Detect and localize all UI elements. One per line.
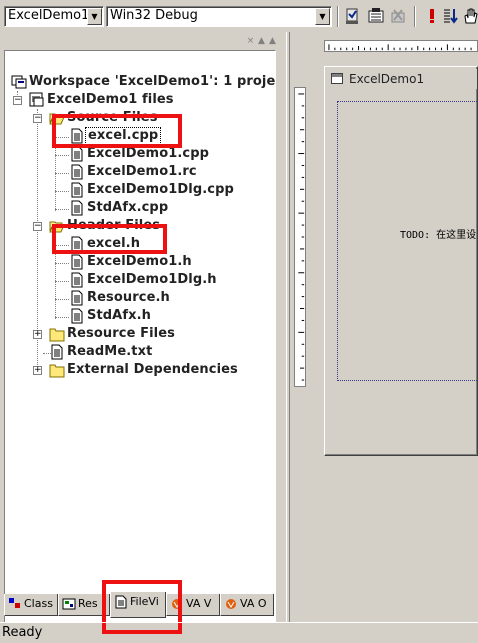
- select-active-config-icon[interactable]: [344, 7, 360, 25]
- hand-icon[interactable]: [462, 7, 478, 25]
- project-combo[interactable]: ExcelDemo1 ▼: [4, 6, 104, 27]
- expand-icon[interactable]: +: [33, 330, 42, 339]
- file-exceldemo1-rc[interactable]: ExcelDemo1.rc: [69, 163, 219, 181]
- file-label: StdAfx.cpp: [87, 200, 169, 215]
- workspace-title: Workspace 'ExcelDemo1': 1 project(s: [29, 74, 276, 89]
- pin-icon[interactable]: ▲: [267, 36, 278, 46]
- file-exceldemo1dlg-h[interactable]: ExcelDemo1Dlg.h: [69, 271, 229, 289]
- file-stdafx-cpp[interactable]: StdAfx.cpp: [69, 199, 219, 217]
- header-file-icon: [71, 254, 83, 270]
- highlight-box-excel-cpp: [52, 114, 182, 148]
- cpp-file-icon: [71, 182, 83, 198]
- file-label: ExcelDemo1Dlg.h: [87, 272, 217, 287]
- dialog-client-area[interactable]: TODO: 在这里设: [337, 101, 478, 381]
- workspace-tabs: Class Res FileVi VA V VA O: [0, 580, 288, 634]
- highlight-box-excel-h: [52, 224, 167, 254]
- file-label: ExcelDemo1.cpp: [87, 146, 210, 161]
- close-icon[interactable]: ×: [245, 36, 256, 46]
- tab-va-outline[interactable]: VA O: [220, 594, 274, 616]
- dialog-titlebar: ExcelDemo1: [327, 69, 477, 89]
- restore-icon[interactable]: ▲: [256, 36, 267, 46]
- step-into-icon[interactable]: [442, 7, 458, 25]
- config-combo-value: Win32 Debug: [110, 8, 198, 23]
- chevron-down-icon[interactable]: ▼: [315, 8, 330, 25]
- workspace-panel: × ▲ ▲ Workspace 'ExcelDemo1': 1 project(s …: [0, 32, 288, 623]
- file-label: ExcelDemo1.h: [87, 254, 192, 269]
- dialog-preview[interactable]: ExcelDemo1 TODO: 在这里设: [324, 66, 478, 456]
- header-file-icon: [71, 272, 83, 288]
- file-stdafx-h[interactable]: StdAfx.h: [69, 307, 219, 325]
- resource-folder-label: Resource Files: [67, 326, 175, 341]
- file-resource-h[interactable]: Resource.h: [69, 289, 219, 307]
- text-file-icon: [51, 344, 63, 360]
- workspace-root[interactable]: Workspace 'ExcelDemo1': 1 project(s: [11, 73, 275, 91]
- todo-static-text[interactable]: TODO: 在这里设: [400, 226, 476, 241]
- tab-label: Res: [78, 597, 98, 610]
- tab-label: Class: [24, 597, 53, 610]
- resource-editor: ExcelDemo1 TODO: 在这里设: [290, 32, 478, 622]
- pane-controls: × ▲ ▲: [245, 36, 278, 48]
- compile-icon[interactable]: [368, 7, 384, 25]
- resource-view-icon: [62, 598, 76, 610]
- project-label: ExcelDemo1 files: [47, 92, 174, 107]
- config-combo[interactable]: Win32 Debug ▼: [106, 6, 332, 27]
- vertical-ruler[interactable]: [294, 87, 306, 387]
- status-text: Ready: [2, 625, 43, 640]
- tab-label: VA O: [240, 597, 267, 610]
- build-icon[interactable]: [390, 7, 406, 25]
- file-label: ReadMe.txt: [67, 344, 153, 359]
- collapse-icon[interactable]: −: [13, 96, 22, 105]
- collapse-icon[interactable]: −: [33, 114, 42, 123]
- expand-icon[interactable]: +: [33, 366, 42, 375]
- va-outline-icon: [226, 599, 236, 609]
- project-icon: [29, 92, 44, 107]
- project-node[interactable]: ExcelDemo1 files: [29, 91, 269, 109]
- horizontal-ruler[interactable]: [324, 40, 478, 52]
- class-view-icon: [9, 598, 20, 608]
- file-tree: Workspace 'ExcelDemo1': 1 project(s − Ex…: [4, 50, 276, 623]
- tab-label: VA V: [186, 597, 212, 610]
- status-bar: Ready: [0, 622, 478, 642]
- folder-resource-files[interactable]: Resource Files: [49, 325, 249, 343]
- collapse-icon[interactable]: −: [33, 222, 42, 231]
- file-label: StdAfx.h: [87, 308, 151, 323]
- cpp-file-icon: [71, 146, 83, 162]
- tab-class-view[interactable]: Class: [4, 594, 58, 616]
- chevron-down-icon[interactable]: ▼: [87, 8, 102, 25]
- cpp-file-icon: [71, 200, 83, 216]
- file-label: Resource.h: [87, 290, 170, 305]
- toolbar: ExcelDemo1 ▼ Win32 Debug ▼: [0, 0, 478, 32]
- external-folder-label: External Dependencies: [67, 362, 238, 377]
- header-file-icon: [71, 308, 83, 324]
- file-exceldemo1dlg-cpp[interactable]: ExcelDemo1Dlg.cpp: [69, 181, 239, 199]
- folder-icon: [49, 364, 65, 378]
- folder-external-dependencies[interactable]: External Dependencies: [49, 361, 269, 379]
- rc-file-icon: [71, 164, 83, 180]
- execute-icon[interactable]: [424, 7, 440, 25]
- toolbar-separator: [414, 6, 416, 27]
- header-file-icon: [71, 290, 83, 306]
- workspace-icon: [11, 75, 27, 89]
- file-readme-txt[interactable]: ReadMe.txt: [49, 343, 249, 361]
- file-label: ExcelDemo1Dlg.cpp: [87, 182, 234, 197]
- dialog-title: ExcelDemo1: [349, 72, 425, 86]
- folder-icon: [49, 328, 65, 342]
- dialog-window-icon: [331, 73, 343, 84]
- project-combo-value: ExcelDemo1: [8, 8, 90, 23]
- file-label: ExcelDemo1.rc: [87, 164, 197, 179]
- toolbar-separator: [337, 6, 339, 27]
- file-exceldemo1-h[interactable]: ExcelDemo1.h: [69, 253, 219, 271]
